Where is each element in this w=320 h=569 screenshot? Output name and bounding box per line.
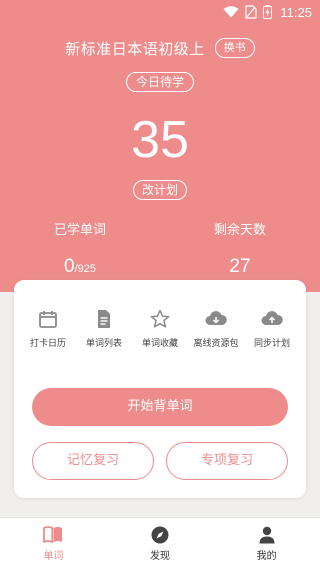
tab-profile[interactable]: 我的 <box>227 526 307 562</box>
memory-review-button[interactable]: 记忆复习 <box>32 442 154 480</box>
tool-calendar[interactable]: 打卡日历 <box>21 308 75 349</box>
tool-row: 打卡日历 单词列表 单词收藏 离线资源包 同步计划 <box>14 308 306 349</box>
cloud-download-icon <box>205 308 227 330</box>
status-time: 11:25 <box>280 4 312 20</box>
tab-label: 我的 <box>256 550 277 562</box>
battery-icon <box>263 5 273 19</box>
status-bar: 11:25 <box>0 0 320 24</box>
change-book-button[interactable]: 换书 <box>214 38 255 58</box>
learned-value: 0/925 <box>10 256 150 280</box>
tab-words[interactable]: 单词 <box>13 525 93 562</box>
learned-total: /925 <box>74 263 96 275</box>
compass-icon <box>151 526 169 543</box>
main-card: 打卡日历 单词列表 单词收藏 离线资源包 同步计划 开始背单词 记忆复习 专项复… <box>14 280 306 498</box>
tool-label: 同步计划 <box>253 339 290 349</box>
today-badge: 今日待学 <box>125 72 195 92</box>
today-word-count: 35 <box>131 111 189 169</box>
tab-label: 发现 <box>149 550 170 562</box>
tool-offline-pack[interactable]: 离线资源包 <box>189 308 243 349</box>
tool-sync-plan[interactable]: 同步计划 <box>245 308 299 349</box>
book-title: 新标准日本语初级上 <box>65 39 205 58</box>
sim-icon <box>245 5 258 19</box>
remaining-value: 27 <box>229 256 251 277</box>
tool-label: 离线资源包 <box>193 339 239 349</box>
remaining-label: 剩余天数 <box>213 223 266 238</box>
tab-discover[interactable]: 发现 <box>120 526 200 562</box>
book-row: 新标准日本语初级上 换书 <box>0 38 320 58</box>
tool-label: 单词列表 <box>85 339 122 349</box>
bottom-tab-bar: 单词 发现 我的 <box>0 517 320 569</box>
user-icon <box>259 526 275 543</box>
calendar-icon <box>37 308 59 330</box>
book-icon <box>43 525 63 543</box>
tab-label: 单词 <box>43 550 64 562</box>
header-hero: 11:25 新标准日本语初级上 换书 今日待学 35 改计划 已学单词 0/92… <box>0 0 320 292</box>
tool-label: 打卡日历 <box>29 339 66 349</box>
document-icon <box>93 308 115 330</box>
learned-count: 0 <box>64 256 75 277</box>
learned-label: 已学单词 <box>53 223 106 238</box>
cloud-upload-icon <box>261 308 283 330</box>
star-icon <box>149 308 171 330</box>
special-review-button[interactable]: 专项复习 <box>166 442 288 480</box>
change-plan-button[interactable]: 改计划 <box>132 180 188 200</box>
tool-word-list[interactable]: 单词列表 <box>77 308 131 349</box>
tool-favorites[interactable]: 单词收藏 <box>133 308 187 349</box>
remaining-stat: 剩余天数 27 <box>170 222 310 278</box>
learned-stat: 已学单词 0/925 <box>10 222 150 280</box>
tool-label: 单词收藏 <box>141 339 178 349</box>
wifi-icon <box>223 6 239 18</box>
start-learning-button[interactable]: 开始背单词 <box>32 388 288 426</box>
